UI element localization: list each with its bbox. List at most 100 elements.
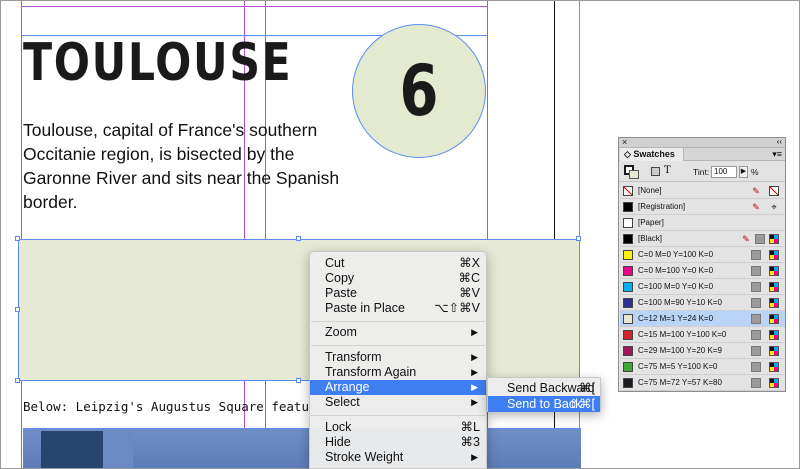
menu-item-transform[interactable]: Transform ▶ [310, 350, 486, 365]
swatch-chip [623, 330, 633, 340]
swatch-chip [623, 250, 633, 260]
photo-building [103, 431, 133, 468]
margin-guide [21, 6, 488, 7]
swatch-row[interactable]: [Registration] ✎ ⌖ [620, 199, 785, 215]
swatch-row[interactable]: C=100 M=0 Y=0 K=0 [620, 279, 785, 295]
column-guide [21, 1, 22, 468]
page-title[interactable]: TOULOUSE [23, 33, 292, 93]
no-edit-icon: ✎ [752, 186, 760, 196]
swatch-chip [623, 298, 633, 308]
swatch-row[interactable]: C=0 M=0 Y=100 K=0 [620, 247, 785, 263]
resize-handle[interactable] [576, 236, 581, 241]
resize-handle[interactable] [15, 378, 20, 383]
shortcut: ⌘V [459, 286, 480, 300]
swatch-row[interactable]: [Paper] [620, 215, 785, 231]
menu-item-paste-in-place[interactable]: Paste in Place ⌥⇧⌘V [310, 301, 486, 316]
resize-handle[interactable] [296, 378, 301, 383]
no-edit-icon: ✎ [742, 234, 750, 244]
cmyk-icon [769, 314, 779, 324]
panel-title-bar[interactable]: × ‹‹ [619, 137, 785, 148]
tab-swatches[interactable]: ◇ Swatches [620, 148, 684, 161]
panel-toolbar: T Tint: 100 ▶ % [619, 162, 785, 182]
submenu-arrow-icon: ▶ [471, 327, 478, 337]
submenu-arrow-icon: ▶ [471, 382, 478, 392]
cmyk-icon [769, 282, 779, 292]
process-color-icon [755, 234, 765, 244]
menu-item-stroke-weight[interactable]: Stroke Weight ▶ [310, 450, 486, 465]
formatting-text-icon[interactable]: T [664, 165, 671, 176]
swatch-chip [623, 218, 633, 228]
cmyk-icon [769, 330, 779, 340]
menu-item-lock[interactable]: Lock ⌘L [310, 420, 486, 435]
swatch-chip [623, 314, 633, 324]
stroke-swatch-icon[interactable] [629, 170, 639, 179]
cmyk-icon [769, 234, 779, 244]
circle-number: 6 [399, 50, 439, 132]
submenu-arrow-icon: ▶ [471, 352, 478, 362]
menu-item-zoom[interactable]: Zoom ▶ [310, 325, 486, 340]
swatches-panel: × ‹‹ ◇ Swatches ▾≡ T Tint: 100 ▶ % [None… [618, 137, 786, 392]
formatting-container-icon[interactable] [651, 167, 660, 176]
close-icon[interactable]: × [622, 137, 627, 147]
swatch-row[interactable]: [Black] ✎ [620, 231, 785, 247]
process-color-icon [751, 266, 761, 276]
menu-item-paste[interactable]: Paste ⌘V [310, 286, 486, 301]
menu-item-arrange[interactable]: Arrange ▶ [310, 380, 486, 395]
cmyk-icon [769, 362, 779, 372]
menu-item-copy[interactable]: Copy ⌘C [310, 271, 486, 286]
shortcut: ⌘C [458, 271, 480, 285]
resize-handle[interactable] [15, 236, 20, 241]
menu-item-select[interactable]: Select ▶ [310, 395, 486, 410]
tint-slider-arrow-icon[interactable]: ▶ [739, 166, 748, 178]
shortcut: ⌘L [460, 420, 480, 434]
swatch-row[interactable]: C=15 M=100 Y=100 K=0 [620, 327, 785, 343]
tint-input[interactable]: 100 [711, 166, 737, 178]
intro-paragraph[interactable]: Toulouse, capital of France's southern O… [23, 118, 363, 214]
tint-percent: % [751, 167, 759, 177]
swatch-chip [623, 362, 633, 372]
swatch-row[interactable]: [None] ✎ [620, 183, 785, 199]
shortcut: ⌥⇧⌘V [434, 301, 480, 315]
swatch-row[interactable]: C=75 M=72 Y=57 K=80 [620, 375, 785, 391]
cmyk-icon [769, 266, 779, 276]
swatch-chip-none [623, 186, 633, 196]
swatch-row[interactable]: C=0 M=100 Y=0 K=0 [620, 263, 785, 279]
photo-building [41, 431, 103, 468]
swatch-chip [623, 378, 633, 388]
context-menu: Cut ⌘X Copy ⌘C Paste ⌘V Paste in Place ⌥⇧⌘V … [309, 251, 487, 469]
selection-bounds [18, 239, 580, 381]
swatch-chip [623, 282, 633, 292]
swatch-row[interactable]: C=100 M=90 Y=10 K=0 [620, 295, 785, 311]
swatch-chip [623, 234, 633, 244]
menu-item-hide[interactable]: Hide ⌘3 [310, 435, 486, 450]
process-color-icon [751, 330, 761, 340]
cmyk-icon [769, 346, 779, 356]
registration-icon: ⌖ [771, 202, 777, 212]
cmyk-icon [769, 298, 779, 308]
submenu-arrow-icon: ▶ [471, 367, 478, 377]
none-color-icon [769, 186, 779, 196]
shortcut: ⌘[ [579, 381, 595, 395]
panel-menu-icon[interactable]: ▾≡ [772, 148, 782, 161]
menu-item-send-backward[interactable]: Send Backward ⌘[ [488, 380, 600, 396]
fill-stroke-icon[interactable] [624, 165, 640, 179]
process-color-icon [751, 362, 761, 372]
resize-handle[interactable] [296, 236, 301, 241]
cmyk-icon [769, 378, 779, 388]
swatch-row-selected[interactable]: C=12 M=1 Y=24 K=0 [620, 311, 785, 327]
shortcut: ⌘3 [460, 435, 480, 449]
collapse-icon[interactable]: ‹‹ [777, 137, 782, 146]
menu-item-cut[interactable]: Cut ⌘X [310, 256, 486, 271]
tint-label: Tint: [693, 167, 710, 177]
photo-caption[interactable]: Below: Leipzig's Augustus Square feature… [23, 399, 313, 414]
menu-item-send-to-back[interactable]: Send to Back ⇧⌘[ [488, 396, 600, 412]
swatch-row[interactable]: C=29 M=100 Y=20 K=9 [620, 343, 785, 359]
panel-tab-row: ◇ Swatches ▾≡ [619, 148, 785, 161]
swatch-row[interactable]: C=75 M=5 Y=100 K=0 [620, 359, 785, 375]
menu-item-transform-again[interactable]: Transform Again ▶ [310, 365, 486, 380]
shortcut: ⇧⌘[ [568, 397, 595, 411]
arrange-submenu: Send Backward ⌘[ Send to Back ⇧⌘[ [487, 377, 601, 412]
resize-handle[interactable] [15, 307, 20, 312]
swatch-chip [623, 346, 633, 356]
submenu-arrow-icon: ▶ [471, 397, 478, 407]
